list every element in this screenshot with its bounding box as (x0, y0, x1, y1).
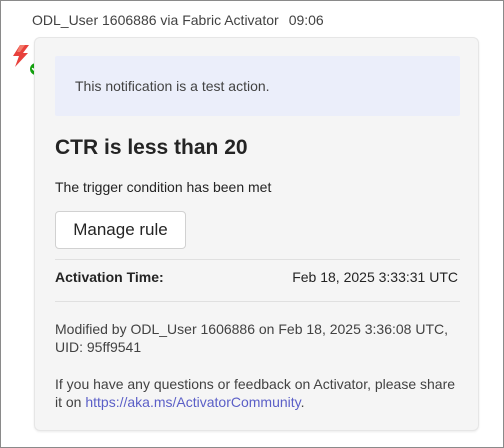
card-subtitle: The trigger condition has been met (55, 179, 272, 195)
divider (55, 301, 460, 302)
sender-name[interactable]: ODL_User 1606886 via Fabric Activator (32, 12, 279, 28)
activation-time-value: Feb 18, 2025 3:33:31 UTC (292, 269, 458, 285)
modified-info: Modified by ODL_User 1606886 on Feb 18, … (55, 320, 460, 356)
modified-by-text: Modified by ODL_User 1606886 on Feb 18, … (55, 321, 449, 337)
activation-time-label: Activation Time: (55, 269, 164, 285)
message-time: 09:06 (288, 12, 324, 28)
activator-community-link[interactable]: https://aka.ms/ActivatorCommunity (85, 394, 300, 410)
card-title: CTR is less than 20 (55, 136, 248, 159)
manage-rule-button[interactable]: Manage rule (55, 211, 186, 249)
feedback-suffix: . (300, 394, 305, 410)
divider (55, 259, 460, 260)
message-header: ODL_User 1606886 via Fabric Activator 09:… (32, 12, 324, 28)
test-action-banner: This notification is a test action. (55, 56, 460, 116)
notification-card: This notification is a test action. CTR … (34, 37, 479, 431)
uid-text: UID: 95ff9541 (55, 339, 142, 355)
test-action-text: This notification is a test action. (75, 78, 270, 94)
feedback-text: If you have any questions or feedback on… (55, 375, 460, 411)
